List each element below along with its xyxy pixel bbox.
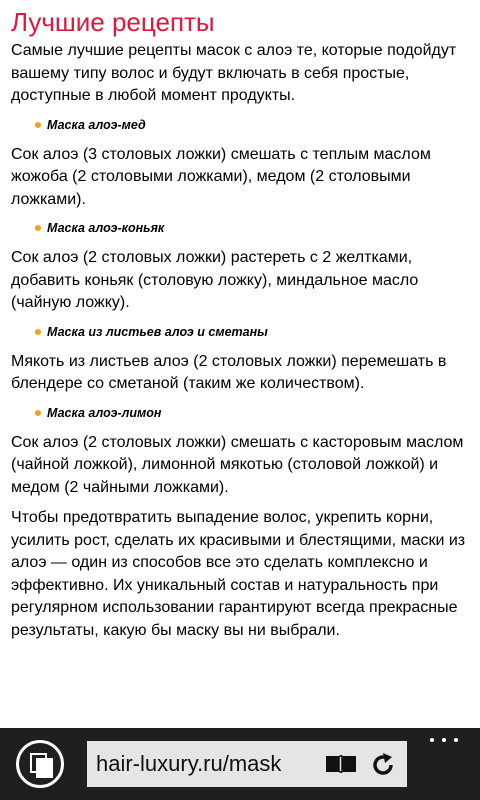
url-text[interactable]: hair-luxury.ru/mask	[96, 741, 316, 787]
tab-square	[36, 758, 53, 778]
bullet-icon	[35, 225, 41, 231]
recipe-title: Маска алоэ-лимон	[35, 404, 471, 422]
recipe-text: Сок алоэ (3 столовых ложки) смешать с те…	[11, 145, 431, 208]
bullet-icon	[35, 328, 41, 335]
recipe-text: Сок алоэ (2 столовых ложки) смешать с ка…	[11, 433, 464, 496]
recipe-title: Маска алоэ-мед	[35, 116, 471, 134]
reader-view-icon[interactable]	[325, 754, 357, 774]
recipe-title: Маска из листьев алоэ и сметаны	[35, 323, 471, 341]
bullet-icon	[35, 409, 41, 416]
dot	[454, 738, 458, 742]
recipe-text: Мякоть из листьев алоэ (2 столовых ложки…	[11, 352, 447, 393]
recipe-text: Сок алоэ (2 столовых ложки) растереть с …	[11, 249, 419, 311]
more-icon[interactable]	[428, 736, 460, 744]
bullet-icon	[35, 121, 41, 128]
recipe-title: Маска алоэ-коньяк	[35, 219, 471, 237]
recipe-title-text: Маска алоэ-лимон	[47, 405, 162, 420]
recipe-title-text: Маска алоэ-коньяк	[47, 221, 165, 235]
article: Лучшие рецепты Самые лучшие рецепты масо…	[11, 0, 471, 650]
dot	[442, 738, 446, 742]
refresh-icon[interactable]	[370, 752, 396, 778]
browser-app-bar: hair-luxury.ru/mask	[0, 728, 480, 800]
address-bar[interactable]: hair-luxury.ru/mask	[87, 741, 407, 787]
dot	[430, 738, 434, 742]
recipe-title-text: Маска из листьев алоэ и сметаны	[47, 324, 268, 339]
recipe-title-text: Маска алоэ-мед	[47, 117, 146, 132]
page-title: Лучшие рецепты	[11, 7, 215, 37]
tabs-icon[interactable]	[16, 740, 64, 788]
conclusion-paragraph: Чтобы предотвратить выпадение волос, укр…	[11, 509, 466, 639]
intro-paragraph: Самые лучшие рецепты масок с алоэ те, ко…	[11, 42, 457, 104]
